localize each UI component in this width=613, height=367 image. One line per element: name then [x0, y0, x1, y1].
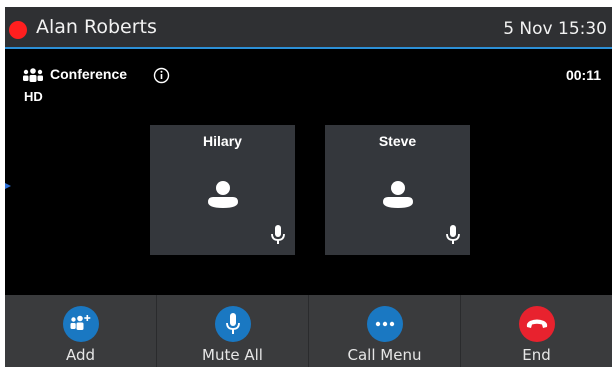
add-participant-icon: [62, 306, 99, 342]
participant-name: Hilary: [203, 133, 242, 149]
call-timer: 00:11: [565, 67, 601, 83]
date-time: 5 Nov 15:30: [503, 19, 607, 39]
user-name: Alan Roberts: [36, 16, 157, 38]
info-icon[interactable]: [153, 67, 170, 84]
conference-people-icon: [23, 68, 43, 82]
end-label: End: [522, 346, 551, 364]
microphone-icon: [446, 225, 460, 244]
add-button[interactable]: Add: [5, 295, 157, 367]
softkey-bar: Add Mute All Call Menu End: [5, 295, 612, 367]
hd-audio-icon: HD: [24, 89, 43, 104]
mute-all-label: Mute All: [202, 346, 263, 364]
call-menu-label: Call Menu: [347, 346, 422, 364]
more-icon: [366, 306, 403, 342]
add-label: Add: [65, 346, 96, 364]
microphone-icon: [214, 306, 251, 342]
arrow-right-icon: [5, 183, 11, 189]
participant-name: Steve: [378, 133, 417, 149]
top-bar: Alan Roberts 5 Nov 15:30: [5, 7, 612, 49]
participant-tile-steve[interactable]: Steve: [325, 125, 470, 255]
call-menu-button[interactable]: Call Menu: [309, 295, 461, 367]
call-type-label: Conference: [50, 66, 128, 82]
phone-screen: Alan Roberts 5 Nov 15:30 Conference HD 0…: [5, 7, 612, 367]
mute-all-button[interactable]: Mute All: [157, 295, 309, 367]
hang-up-icon: [518, 306, 555, 342]
microphone-icon: [271, 225, 285, 244]
presence-status-icon: [9, 21, 27, 39]
end-call-button[interactable]: End: [461, 295, 612, 367]
participant-tile-hilary[interactable]: Hilary: [150, 125, 295, 255]
person-icon: [383, 181, 413, 208]
person-icon: [208, 181, 238, 208]
